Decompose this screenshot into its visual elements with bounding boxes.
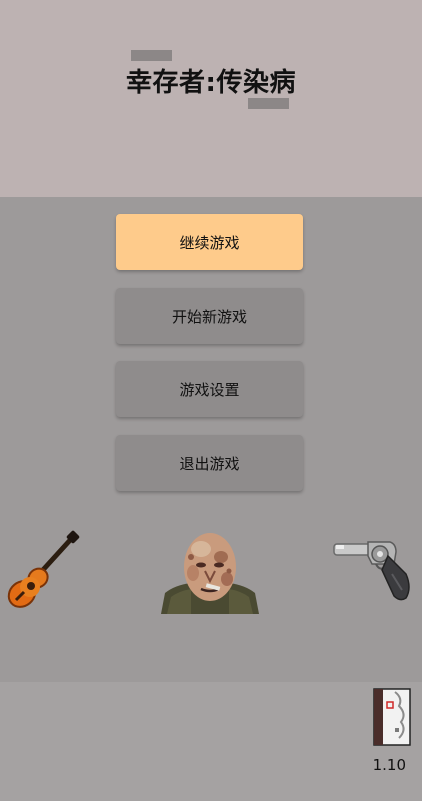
- version-label: 1.10: [372, 756, 406, 774]
- guitar-icon: [7, 530, 80, 608]
- revolver-icon: [333, 541, 410, 601]
- title-decoration-top: [131, 50, 172, 61]
- settings-button[interactable]: 游戏设置: [116, 361, 303, 417]
- journal-book-icon[interactable]: [373, 688, 411, 746]
- title-header: 幸存者:传染病: [0, 0, 422, 197]
- new-game-button[interactable]: 开始新游戏: [116, 288, 303, 344]
- zombie-portrait: [161, 533, 259, 614]
- title-decoration-bottom: [248, 98, 289, 109]
- game-title: 幸存者:传染病: [126, 68, 296, 98]
- continue-game-button[interactable]: 继续游戏: [116, 214, 303, 270]
- footer-area: [0, 682, 422, 801]
- exit-game-button[interactable]: 退出游戏: [116, 435, 303, 491]
